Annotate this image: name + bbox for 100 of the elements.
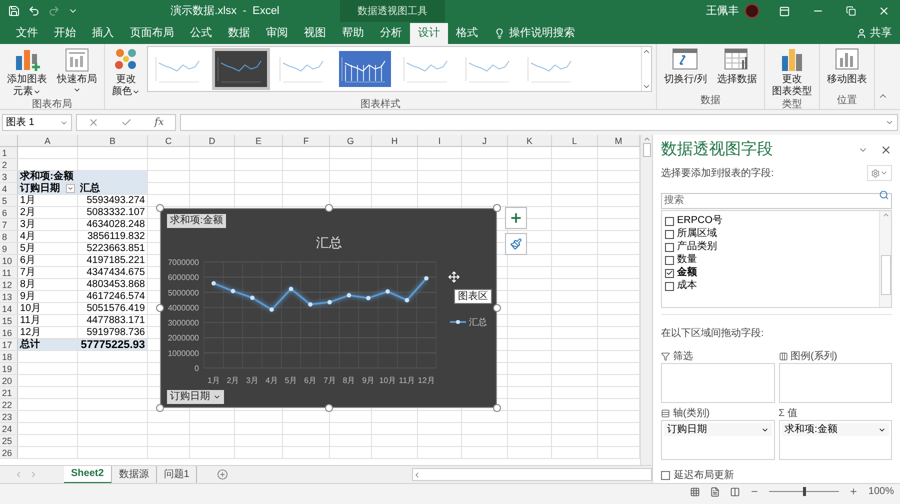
row-header[interactable]: 24 — [0, 423, 18, 434]
field-item[interactable]: 成本 — [665, 280, 879, 292]
area-field-item[interactable]: 求和项:金额 — [782, 423, 889, 436]
row-header[interactable]: 13 — [0, 291, 18, 302]
field-item[interactable]: ERPCO号 — [665, 215, 879, 228]
ribbon-button[interactable]: 更改 颜色 — [109, 46, 143, 98]
checkbox[interactable] — [665, 216, 674, 226]
enter-icon[interactable] — [121, 117, 132, 128]
column-header[interactable]: D — [190, 135, 235, 146]
ribbon-tab[interactable]: 分析 — [372, 23, 410, 44]
ribbon-tab[interactable]: 页面布局 — [122, 23, 182, 44]
resize-handle[interactable] — [324, 204, 332, 212]
column-header[interactable]: I — [418, 135, 462, 146]
checkbox[interactable] — [665, 268, 674, 278]
ribbon-tab[interactable]: 数据 — [220, 23, 258, 44]
row-header[interactable]: 7 — [0, 219, 18, 230]
close-icon[interactable] — [880, 144, 892, 156]
row-header[interactable]: 19 — [0, 363, 18, 374]
ribbon-tab[interactable]: 格式 — [448, 23, 486, 44]
field-item[interactable]: 金额 — [665, 267, 879, 280]
page-layout-view-icon[interactable] — [710, 486, 720, 496]
resize-handle[interactable] — [156, 404, 164, 412]
row-header[interactable]: 2 — [0, 159, 18, 170]
resize-handle[interactable] — [493, 304, 501, 312]
name-box[interactable]: 图表 1 — [2, 114, 72, 131]
row-header[interactable]: 22 — [0, 399, 18, 410]
row-header[interactable]: 17 — [0, 339, 18, 350]
ribbon-display-icon[interactable] — [779, 6, 790, 16]
row-header[interactable]: 16 — [0, 327, 18, 338]
resize-handle[interactable] — [156, 304, 164, 312]
ribbon-button[interactable]: 更改 图表类型 — [768, 46, 815, 98]
save-icon[interactable] — [8, 5, 20, 17]
checkbox[interactable] — [665, 282, 674, 291]
cancel-icon[interactable] — [88, 117, 100, 128]
column-header[interactable]: L — [552, 135, 598, 146]
ribbon-button[interactable]: 快速布局 — [54, 46, 100, 94]
insert-function-button[interactable]: fx — [154, 115, 164, 130]
row-header[interactable]: 21 — [0, 387, 18, 398]
ribbon-button[interactable]: 移动图表 — [824, 46, 870, 86]
column-header[interactable]: H — [372, 135, 418, 146]
undo-icon[interactable] — [28, 5, 40, 17]
row-header[interactable]: 18 — [0, 351, 18, 362]
ribbon-tab[interactable]: 设计 — [410, 23, 448, 44]
ribbon-tab[interactable]: 审阅 — [258, 23, 296, 44]
column-header[interactable]: K — [508, 135, 552, 146]
share-button[interactable]: 共享 — [856, 23, 900, 44]
column-header[interactable]: A — [18, 135, 78, 146]
row-header[interactable]: 5 — [0, 195, 18, 206]
resize-handle[interactable] — [493, 404, 501, 412]
chart-elements-button[interactable] — [505, 207, 527, 229]
area-field-item[interactable]: 订购日期 — [664, 423, 772, 436]
normal-view-icon[interactable] — [690, 486, 700, 496]
column-header[interactable]: B — [78, 135, 148, 146]
row-header[interactable]: 11 — [0, 267, 18, 278]
search-field[interactable]: 搜索 — [661, 192, 892, 209]
scrollbar-thumb[interactable] — [880, 255, 890, 296]
scroll-up-icon[interactable] — [642, 47, 651, 56]
checkbox[interactable] — [661, 471, 670, 480]
checkbox[interactable] — [665, 230, 674, 239]
field-item[interactable]: 数量 — [665, 254, 879, 266]
settings-button[interactable] — [867, 165, 892, 182]
ribbon-button[interactable]: 切换行/列 — [661, 46, 710, 86]
row-header[interactable]: 25 — [0, 435, 18, 446]
more-styles-icon[interactable] — [642, 82, 651, 91]
row-header[interactable]: 26 — [0, 447, 18, 458]
tell-me-search[interactable]: 操作说明搜索 — [509, 25, 575, 42]
field-item[interactable]: 产品类别 — [665, 241, 879, 254]
row-header[interactable]: 12 — [0, 279, 18, 290]
checkbox[interactable] — [665, 256, 674, 265]
column-header[interactable]: J — [462, 135, 508, 146]
ribbon-tab[interactable]: 视图 — [296, 23, 334, 44]
column-header[interactable]: G — [330, 135, 372, 146]
field-item[interactable]: 所属区域 — [665, 228, 879, 240]
row-header[interactable]: 9 — [0, 243, 18, 254]
scrollbar-thumb[interactable] — [642, 143, 650, 157]
ribbon-tab[interactable]: 文件 — [8, 23, 46, 44]
column-header[interactable]: C — [148, 135, 190, 146]
scroll-up-icon[interactable] — [642, 135, 650, 143]
column-header[interactable]: F — [283, 135, 330, 146]
row-header[interactable]: 20 — [0, 375, 18, 386]
chart-style-thumbnail[interactable] — [336, 48, 394, 90]
formula-input[interactable] — [180, 114, 898, 131]
value-field-button[interactable]: 求和项:金额 — [167, 214, 226, 228]
scroll-left-icon[interactable] — [413, 470, 421, 478]
chart-styles-button[interactable] — [505, 233, 527, 255]
resize-handle[interactable] — [156, 204, 164, 212]
filter-dropdown-icon[interactable] — [66, 184, 75, 193]
restore-icon[interactable] — [846, 6, 856, 16]
row-header[interactable]: 1 — [0, 147, 18, 158]
chart-style-thumbnail[interactable] — [212, 48, 270, 90]
close-icon[interactable] — [878, 5, 890, 17]
row-header[interactable]: 3 — [0, 171, 18, 182]
axis-field-button[interactable]: 订购日期 — [167, 390, 224, 404]
row-header[interactable]: 4 — [0, 183, 18, 194]
ribbon-tab[interactable]: 公式 — [182, 23, 220, 44]
ribbon-tab[interactable]: 插入 — [84, 23, 122, 44]
row-header[interactable]: 10 — [0, 255, 18, 266]
zoom-in-icon[interactable] — [849, 487, 858, 496]
row-header[interactable]: 6 — [0, 207, 18, 218]
ribbon-button[interactable]: 选择数据 — [714, 46, 760, 86]
